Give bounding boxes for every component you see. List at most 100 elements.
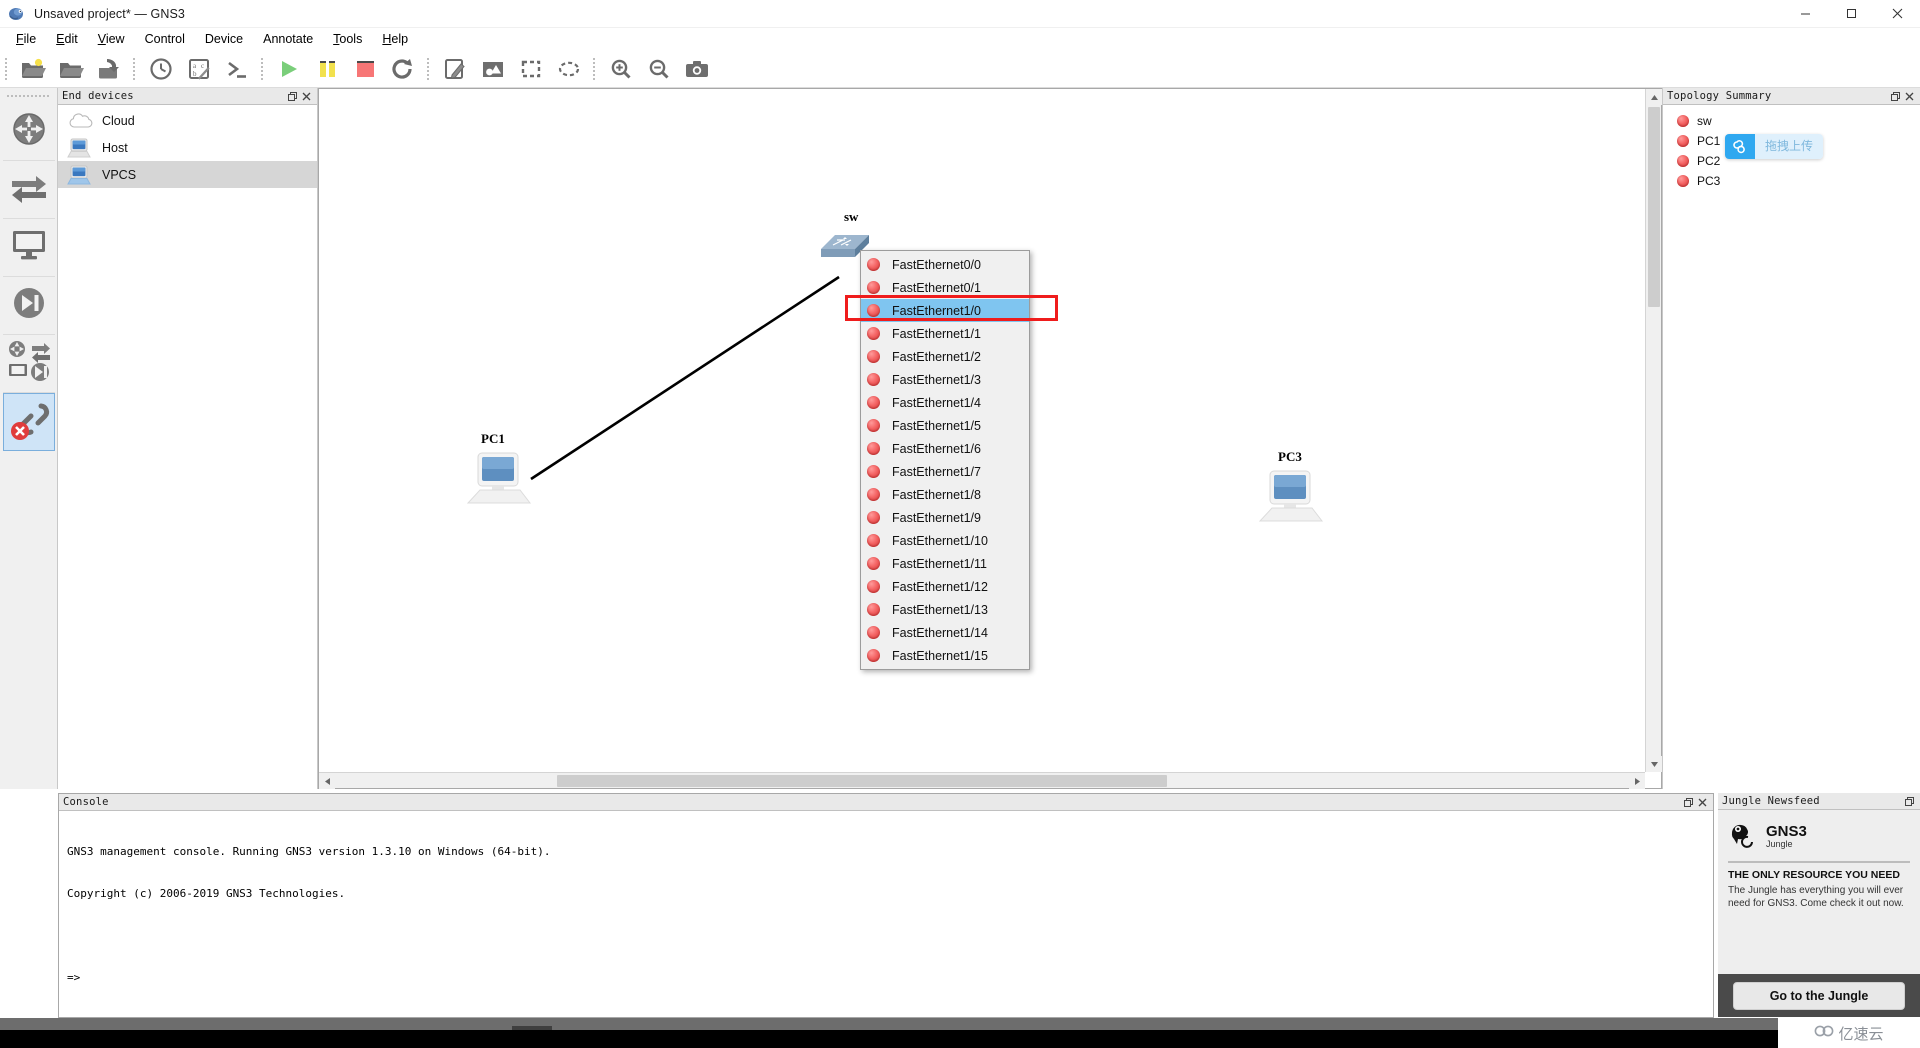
menu-device[interactable]: Device bbox=[195, 29, 253, 49]
stop-icon[interactable] bbox=[346, 52, 384, 86]
snapshot-clock-icon[interactable] bbox=[142, 52, 180, 86]
scroll-left-icon[interactable] bbox=[319, 773, 335, 789]
menu-edit[interactable]: Edit bbox=[46, 29, 88, 49]
node-pc3[interactable] bbox=[1256, 467, 1326, 530]
toolbar-grip-4[interactable] bbox=[425, 55, 433, 82]
node-pc1[interactable] bbox=[464, 449, 534, 512]
reload-icon[interactable] bbox=[384, 52, 422, 86]
jungle-brand-sub: Jungle bbox=[1766, 838, 1793, 849]
minimize-button[interactable] bbox=[1782, 0, 1828, 28]
draw-rectangle-icon[interactable] bbox=[512, 52, 550, 86]
console-line: Copyright (c) 2006-2019 GNS3 Technologie… bbox=[67, 887, 346, 900]
interface-labels-icon[interactable]: a c b bbox=[180, 52, 218, 86]
port-status-led-icon bbox=[867, 626, 880, 639]
pause-icon[interactable] bbox=[308, 52, 346, 86]
scroll-up-icon[interactable] bbox=[1646, 89, 1662, 105]
menu-item-port[interactable]: FastEthernet0/0 bbox=[861, 253, 1029, 276]
float-icon[interactable] bbox=[1681, 795, 1695, 809]
menu-item-port[interactable]: FastEthernet1/10 bbox=[861, 529, 1029, 552]
screenshot-camera-icon[interactable] bbox=[678, 52, 716, 86]
sidebar-item-security-devices[interactable] bbox=[2, 277, 55, 335]
node-label-pc1: PC1 bbox=[481, 431, 505, 446]
menu-item-port-selected[interactable]: FastEthernet1/0 bbox=[861, 299, 1029, 322]
menu-item-port[interactable]: FastEthernet1/11 bbox=[861, 552, 1029, 575]
main-toolbar: a c b bbox=[0, 50, 1920, 88]
menu-item-port[interactable]: FastEthernet1/8 bbox=[861, 483, 1029, 506]
topology-node-pc3[interactable]: PC3 bbox=[1677, 171, 1920, 191]
insert-image-icon[interactable] bbox=[474, 52, 512, 86]
upload-overlay-chip[interactable]: 拖拽上传 bbox=[1725, 134, 1824, 159]
open-project-icon[interactable] bbox=[52, 52, 90, 86]
menu-view[interactable]: View bbox=[88, 29, 135, 49]
taskbar-window-indicator[interactable] bbox=[512, 1026, 552, 1030]
canvas-vertical-scrollbar[interactable] bbox=[1645, 89, 1662, 772]
vertical-scroll-thumb[interactable] bbox=[1648, 107, 1660, 307]
toolbar-grip-5[interactable] bbox=[591, 55, 599, 82]
save-project-icon[interactable] bbox=[90, 52, 128, 86]
menu-item-port[interactable]: FastEthernet1/3 bbox=[861, 368, 1029, 391]
menu-item-port[interactable]: FastEthernet1/5 bbox=[861, 414, 1029, 437]
menu-annotate[interactable]: Annotate bbox=[253, 29, 323, 49]
menu-item-port[interactable]: FastEthernet1/13 bbox=[861, 598, 1029, 621]
port-label: FastEthernet1/8 bbox=[892, 487, 981, 502]
scroll-down-icon[interactable] bbox=[1646, 756, 1662, 772]
close-icon[interactable] bbox=[299, 89, 313, 103]
horizontal-scroll-thumb[interactable] bbox=[557, 775, 1167, 787]
menu-item-port[interactable]: FastEthernet1/2 bbox=[861, 345, 1029, 368]
rail-grip[interactable] bbox=[6, 92, 51, 100]
zoom-in-icon[interactable] bbox=[602, 52, 640, 86]
menu-file[interactable]: File bbox=[6, 29, 46, 49]
go-to-jungle-button[interactable]: Go to the Jungle bbox=[1733, 981, 1905, 1010]
menu-item-port[interactable]: FastEthernet1/6 bbox=[861, 437, 1029, 460]
float-icon[interactable] bbox=[1902, 794, 1916, 808]
security-devices-icon bbox=[9, 283, 49, 328]
title-bar: Unsaved project* — GNS3 bbox=[0, 0, 1920, 28]
sidebar-item-all-devices[interactable] bbox=[2, 335, 55, 393]
new-project-icon[interactable] bbox=[14, 52, 52, 86]
menu-item-port[interactable]: FastEthernet0/1 bbox=[861, 276, 1029, 299]
baidu-cloud-icon bbox=[1725, 134, 1755, 159]
toolbar-grip-3[interactable] bbox=[259, 55, 267, 82]
menu-item-port[interactable]: FastEthernet1/12 bbox=[861, 575, 1029, 598]
menu-control[interactable]: Control bbox=[135, 29, 195, 49]
close-icon[interactable] bbox=[1902, 89, 1916, 103]
port-label: FastEthernet1/13 bbox=[892, 602, 988, 617]
start-icon[interactable] bbox=[270, 52, 308, 86]
port-status-led-icon bbox=[867, 419, 880, 432]
menu-item-port[interactable]: FastEthernet1/4 bbox=[861, 391, 1029, 414]
menu-item-port[interactable]: FastEthernet1/1 bbox=[861, 322, 1029, 345]
console-prompt-icon[interactable] bbox=[218, 52, 256, 86]
port-selection-menu[interactable]: FastEthernet0/0 FastEthernet0/1 FastEthe… bbox=[860, 250, 1030, 670]
list-item-vpcs[interactable]: VPCS bbox=[58, 161, 317, 188]
float-icon[interactable] bbox=[1888, 89, 1902, 103]
maximize-button[interactable] bbox=[1828, 0, 1874, 28]
console-output[interactable]: GNS3 management console. Running GNS3 ve… bbox=[59, 811, 1713, 1019]
menu-help[interactable]: Help bbox=[372, 29, 418, 49]
zoom-out-icon[interactable] bbox=[640, 52, 678, 86]
list-item-host[interactable]: Host bbox=[58, 134, 317, 161]
add-note-icon[interactable] bbox=[436, 52, 474, 86]
menu-item-port[interactable]: FastEthernet1/14 bbox=[861, 621, 1029, 644]
sidebar-item-routers[interactable] bbox=[2, 103, 55, 161]
link-sw-pc1[interactable] bbox=[530, 275, 840, 481]
sidebar-item-add-link[interactable] bbox=[2, 393, 55, 451]
port-label: FastEthernet0/0 bbox=[892, 257, 981, 272]
menu-item-port[interactable]: FastEthernet1/15 bbox=[861, 644, 1029, 667]
sidebar-item-switches[interactable] bbox=[2, 161, 55, 219]
toolbar-grip[interactable] bbox=[3, 55, 11, 82]
draw-ellipse-icon[interactable] bbox=[550, 52, 588, 86]
close-button[interactable] bbox=[1874, 0, 1920, 28]
canvas-horizontal-scrollbar[interactable] bbox=[319, 772, 1645, 789]
topology-node-sw[interactable]: sw bbox=[1677, 111, 1920, 131]
scroll-right-icon[interactable] bbox=[1629, 773, 1645, 789]
jungle-logo: GNS3 Jungle bbox=[1728, 820, 1910, 853]
menu-item-port[interactable]: FastEthernet1/7 bbox=[861, 460, 1029, 483]
list-item-cloud[interactable]: Cloud bbox=[58, 107, 317, 134]
sidebar-item-end-devices[interactable] bbox=[2, 219, 55, 277]
menu-tools[interactable]: Tools bbox=[323, 29, 372, 49]
port-label: FastEthernet1/11 bbox=[892, 556, 987, 571]
close-icon[interactable] bbox=[1695, 795, 1709, 809]
menu-item-port[interactable]: FastEthernet1/9 bbox=[861, 506, 1029, 529]
float-icon[interactable] bbox=[285, 89, 299, 103]
toolbar-grip-2[interactable] bbox=[131, 55, 139, 82]
